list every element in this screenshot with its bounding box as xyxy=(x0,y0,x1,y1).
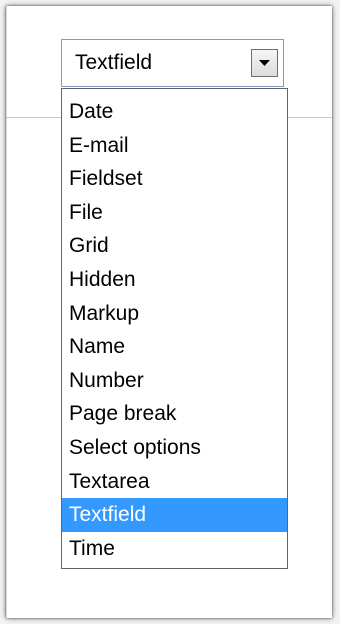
option-hidden[interactable]: Hidden xyxy=(62,263,287,297)
chevron-down-icon xyxy=(259,60,270,66)
option-textarea[interactable]: Textarea xyxy=(62,465,287,499)
options-listbox[interactable]: Date E-mail Fieldset File Grid Hidden Markup Na… xyxy=(61,88,288,569)
option-page-break[interactable]: Page break xyxy=(62,397,287,431)
option-number[interactable]: Number xyxy=(62,364,287,398)
option-e-mail[interactable]: E-mail xyxy=(62,129,287,163)
option-date[interactable]: Date xyxy=(62,95,287,129)
option-select-options[interactable]: Select options xyxy=(62,431,287,465)
option-file[interactable]: File xyxy=(62,196,287,230)
option-name[interactable]: Name xyxy=(62,330,287,364)
option-grid[interactable]: Grid xyxy=(62,229,287,263)
element-type-select[interactable]: Textfield xyxy=(61,39,284,87)
option-time[interactable]: Time xyxy=(62,532,287,566)
option-fieldset[interactable]: Fieldset xyxy=(62,162,287,196)
option-markup[interactable]: Markup xyxy=(62,297,287,331)
form-window: Textfield Date E-mail Fieldset File Grid Hidd… xyxy=(6,6,332,618)
dropdown-button[interactable] xyxy=(251,49,278,77)
select-current-value: Textfield xyxy=(75,51,153,74)
option-textfield[interactable]: Textfield xyxy=(62,498,287,532)
